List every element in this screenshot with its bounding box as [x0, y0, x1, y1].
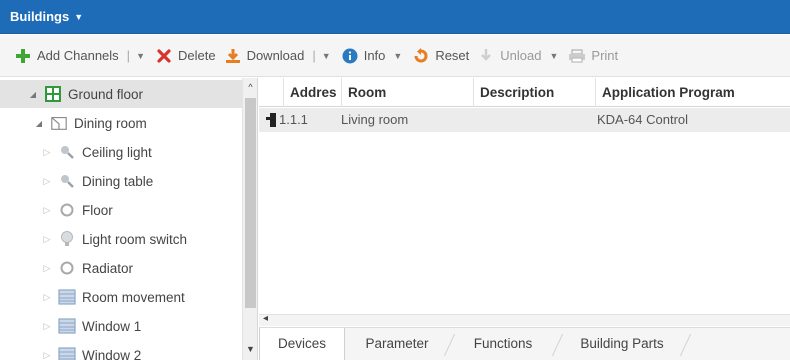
chevron-down-icon[interactable]: ▼	[549, 51, 558, 61]
table-row[interactable]: 1.1.1 Living room KDA-64 Control	[259, 108, 790, 132]
tree-item-label: Floor	[82, 202, 113, 218]
plus-icon	[14, 47, 32, 65]
chevron-down-icon[interactable]: ▼	[136, 51, 145, 61]
reset-label: Reset	[435, 48, 470, 63]
window-icon	[58, 346, 76, 360]
circle-icon	[58, 201, 76, 219]
tree-item-label: Dining table	[82, 173, 154, 189]
unload-icon	[477, 47, 495, 65]
tab-divider	[679, 334, 692, 356]
tree-item-label: Dining room	[74, 115, 147, 131]
room-icon	[50, 114, 68, 132]
tab-functions[interactable]: Functions	[455, 328, 551, 360]
collapsed-arrow-icon[interactable]: ▷	[42, 263, 52, 274]
collapsed-arrow-icon[interactable]: ▷	[42, 350, 52, 360]
chevron-down-icon[interactable]: ▼	[74, 12, 83, 22]
tree-item-radiator[interactable]: ▷ Radiator	[0, 254, 242, 282]
window-icon	[58, 288, 76, 306]
info-label: Info	[363, 48, 386, 63]
add-channels-button[interactable]: Add Channels	[14, 47, 119, 65]
collapsed-arrow-icon[interactable]: ▷	[42, 176, 52, 187]
floor-icon	[44, 85, 62, 103]
scrollbar-thumb[interactable]	[245, 98, 256, 308]
tree-item-label: Ground floor	[68, 86, 144, 102]
tree-item-dining-table[interactable]: ▷ Dining table	[0, 167, 242, 195]
window-icon	[58, 317, 76, 335]
lamp-icon	[58, 172, 76, 190]
tree-item-window-1[interactable]: ▷ Window 1	[0, 312, 242, 340]
toolbar-divider: |	[126, 48, 131, 63]
expanded-arrow-icon[interactable]: ◢	[28, 90, 38, 99]
info-icon	[341, 47, 359, 65]
column-header-address[interactable]: Addres	[283, 78, 341, 107]
tree-item-label: Window 1	[82, 318, 142, 334]
title-bar: Buildings ▼	[0, 0, 790, 34]
delete-label: Delete	[177, 48, 216, 63]
circle-icon	[58, 259, 76, 277]
tree-item-window-2[interactable]: ▷ Window 2	[0, 341, 242, 360]
tree-item-ceiling-light[interactable]: ▷ Ceiling light	[0, 138, 242, 166]
tree-item-label: Light room switch	[82, 231, 188, 247]
tree-scrollbar[interactable]: ^ ▼	[242, 78, 258, 360]
unload-button[interactable]: Unload	[477, 47, 541, 65]
cell-address: 1.1.1	[279, 112, 308, 127]
building-tree: ◢ Ground floor ◢ Dining room ▷ Ceiling l…	[0, 78, 242, 360]
tree-item-room-movement[interactable]: ▷ Room movement	[0, 283, 242, 311]
tree-item-ground-floor[interactable]: ◢ Ground floor	[0, 80, 242, 108]
toolbar-divider: |	[312, 48, 316, 63]
scroll-down-icon[interactable]: ▼	[243, 344, 258, 354]
delete-button[interactable]: Delete	[155, 47, 216, 65]
tree-item-label: Radiator	[82, 260, 134, 276]
device-grid: Addres Room Description Application Prog…	[259, 78, 790, 314]
panel-title-dropdown[interactable]: Buildings	[10, 9, 69, 24]
collapsed-arrow-icon[interactable]: ▷	[42, 321, 52, 332]
device-icon	[263, 108, 279, 132]
collapsed-arrow-icon[interactable]: ▷	[42, 234, 52, 245]
print-label: Print	[591, 48, 619, 63]
chevron-down-icon[interactable]: ▼	[393, 51, 402, 61]
tree-item-label: Ceiling light	[82, 144, 152, 160]
tab-building-parts[interactable]: Building Parts	[563, 328, 681, 360]
chevron-down-icon[interactable]: ▼	[322, 51, 331, 61]
column-header-application-program[interactable]: Application Program	[595, 78, 790, 107]
add-channels-label: Add Channels	[37, 48, 119, 63]
grid-horizontal-scrollbar[interactable]: ◂	[259, 313, 790, 326]
grid-header: Addres Room Description Application Prog…	[259, 78, 790, 107]
bulb-icon	[58, 230, 76, 248]
lamp-icon	[58, 143, 76, 161]
tree-item-label: Window 2	[82, 347, 142, 360]
tab-devices[interactable]: Devices	[259, 328, 345, 360]
tab-divider	[443, 334, 456, 356]
tree-item-label: Room movement	[82, 289, 185, 305]
scroll-left-icon[interactable]: ◂	[263, 313, 268, 324]
tree-item-dining-room[interactable]: ◢ Dining room	[0, 109, 242, 137]
expanded-arrow-icon[interactable]: ◢	[34, 119, 44, 128]
unload-label: Unload	[500, 48, 542, 63]
tree-item-light-room-switch[interactable]: ▷ Light room switch	[0, 225, 242, 253]
cell-room: Living room	[341, 112, 409, 127]
download-button[interactable]: Download	[224, 47, 305, 65]
scroll-up-icon[interactable]: ^	[243, 82, 258, 92]
delete-x-icon	[155, 47, 173, 65]
download-label: Download	[246, 48, 305, 63]
print-button[interactable]: Print	[568, 47, 618, 65]
printer-icon	[568, 47, 586, 65]
collapsed-arrow-icon[interactable]: ▷	[42, 292, 52, 303]
collapsed-arrow-icon[interactable]: ▷	[42, 147, 52, 158]
tree-item-floor[interactable]: ▷ Floor	[0, 196, 242, 224]
download-icon	[224, 47, 242, 65]
reset-icon	[412, 47, 430, 65]
info-button[interactable]: Info	[341, 47, 386, 65]
reset-button[interactable]: Reset	[412, 47, 469, 65]
tab-parameter[interactable]: Parameter	[349, 328, 445, 360]
cell-application-program: KDA-64 Control	[597, 112, 689, 127]
bottom-tabs: Devices Parameter Functions Building Par…	[259, 327, 790, 360]
collapsed-arrow-icon[interactable]: ▷	[42, 205, 52, 216]
column-header-room[interactable]: Room	[341, 78, 473, 107]
tab-divider	[551, 334, 564, 356]
toolbar: Add Channels | ▼ Delete Download | ▼ Inf…	[0, 35, 790, 77]
column-header-description[interactable]: Description	[473, 78, 595, 107]
